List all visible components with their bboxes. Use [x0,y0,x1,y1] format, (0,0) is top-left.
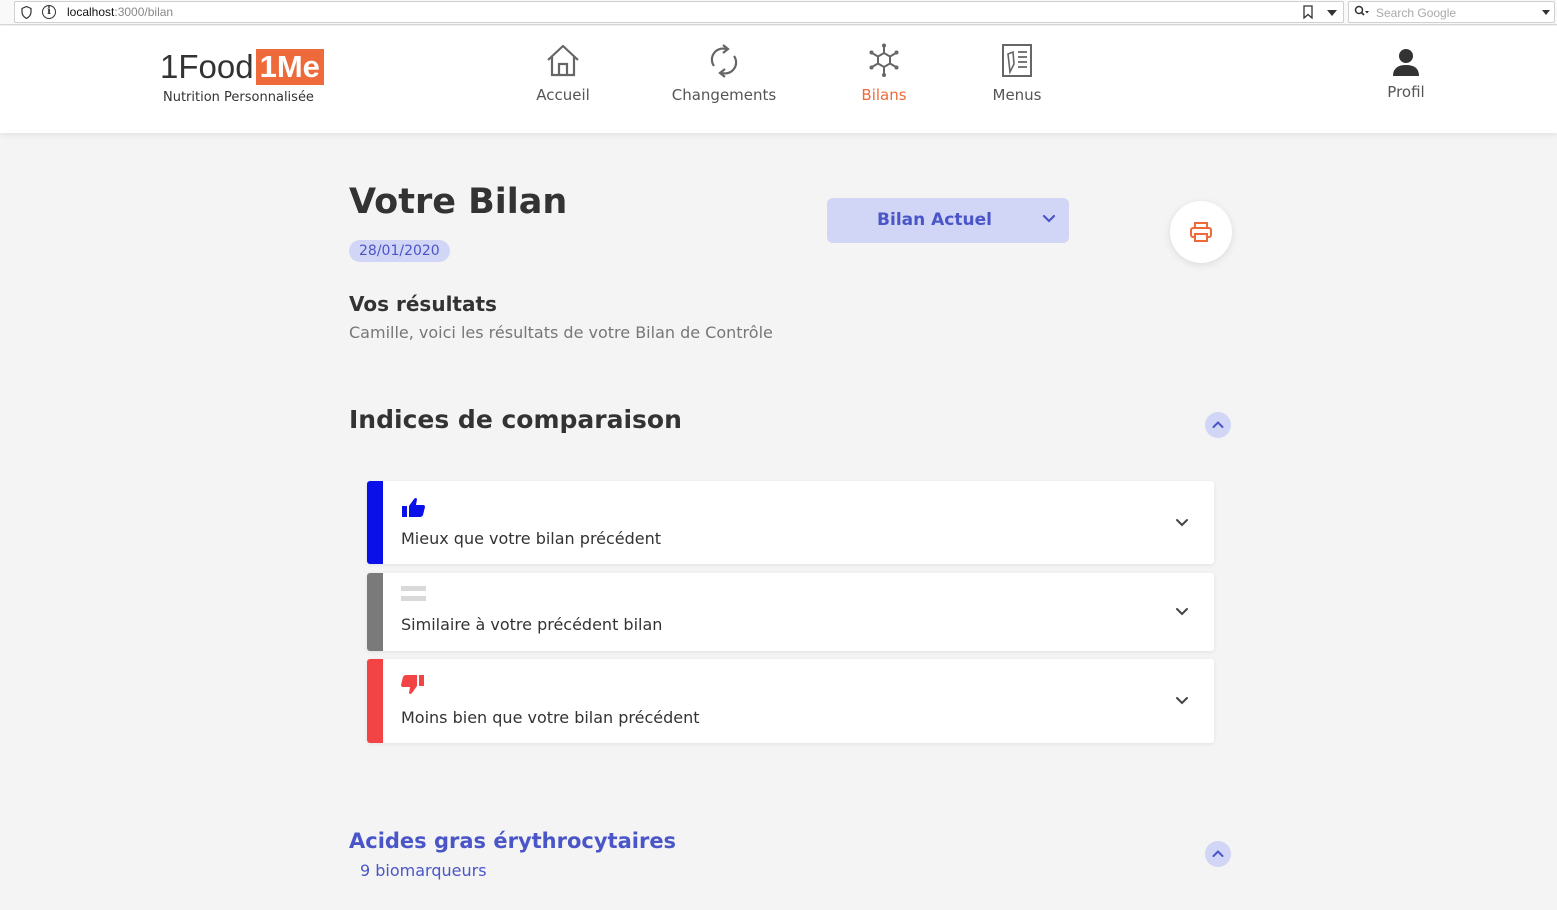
url-bar[interactable]: i localhost:3000/bilan [14,1,1344,23]
nav-label: Changements [671,86,777,104]
bilan-select[interactable]: Bilan Actuel [827,198,1069,243]
card-color-bar [367,659,383,743]
molecule-icon [869,43,899,77]
logo-text: 1Food [160,48,254,85]
menu-list-icon [1002,44,1032,77]
equals-icon [401,586,426,601]
chevron-down-icon[interactable] [1175,607,1189,617]
browser-toolbar: i localhost:3000/bilan Search Google [0,0,1557,25]
chevron-up-icon [1212,421,1224,428]
bookmark-icon[interactable] [1303,5,1313,19]
url-text[interactable]: localhost:3000/bilan [67,5,173,19]
info-icon[interactable]: i [42,5,56,19]
app-header: 1Food 1Me Nutrition Personnalisée Accuei… [0,26,1557,133]
comparison-card-better[interactable]: Mieux que votre bilan précédent [367,481,1214,564]
url-dropdown-icon[interactable] [1327,10,1337,16]
results-title: Vos résultats [349,292,497,316]
comparison-section-title: Indices de comparaison [349,405,682,434]
nav-label: Bilans [861,86,907,104]
search-icon [1354,5,1369,16]
nav-item-menus[interactable]: Menus [977,42,1057,104]
card-label: Mieux que votre bilan précédent [401,529,662,548]
logo-badge: 1Me [255,49,324,85]
nav-item-bilans[interactable]: Bilans [844,42,924,104]
date-badge: 28/01/2020 [349,240,450,262]
nav-label: Profil [1387,83,1425,101]
chevron-down-icon[interactable] [1175,696,1189,706]
comparison-collapse-button[interactable] [1205,412,1231,438]
bilan-select-value: Bilan Actuel [877,210,992,230]
nav-item-changements[interactable]: Changements [664,42,784,104]
card-color-bar [367,481,383,564]
nav-item-profil[interactable]: Profil [1376,46,1436,101]
chevron-up-icon [1212,850,1224,857]
chevron-down-icon[interactable] [1175,518,1189,528]
print-button[interactable] [1170,201,1232,263]
card-label: Similaire à votre précédent bilan [401,615,663,634]
comparison-card-similar[interactable]: Similaire à votre précédent bilan [367,573,1214,651]
card-label: Moins bien que votre bilan précédent [401,708,700,727]
nav-label: Accueil [536,86,590,104]
printer-icon [1190,222,1212,242]
chevron-down-icon [1042,214,1056,223]
page-title: Votre Bilan [349,182,568,222]
thumbs-up-icon [402,498,425,517]
user-icon [1393,49,1419,76]
nav-label: Menus [992,86,1042,104]
search-dropdown-icon[interactable] [1542,10,1550,15]
search-input[interactable]: Search Google [1376,6,1456,20]
logo-tagline: Nutrition Personnalisée [163,90,314,105]
shield-icon [21,6,32,19]
biomarker-count: 9 biomarqueurs [360,861,487,880]
acides-gras-section-title[interactable]: Acides gras érythrocytaires [349,829,676,853]
home-icon [547,44,579,77]
results-subtitle: Camille, voici les résultats de votre Bi… [349,323,773,342]
card-color-bar [367,573,383,651]
logo[interactable]: 1Food 1Me Nutrition Personnalisée [160,48,340,118]
browser-search-box[interactable]: Search Google [1348,1,1555,23]
nav-item-accueil[interactable]: Accueil [523,42,603,104]
refresh-icon [710,44,738,78]
comparison-card-worse[interactable]: Moins bien que votre bilan précédent [367,659,1214,743]
thumbs-down-icon [401,675,424,694]
acides-gras-collapse-button[interactable] [1205,841,1231,867]
